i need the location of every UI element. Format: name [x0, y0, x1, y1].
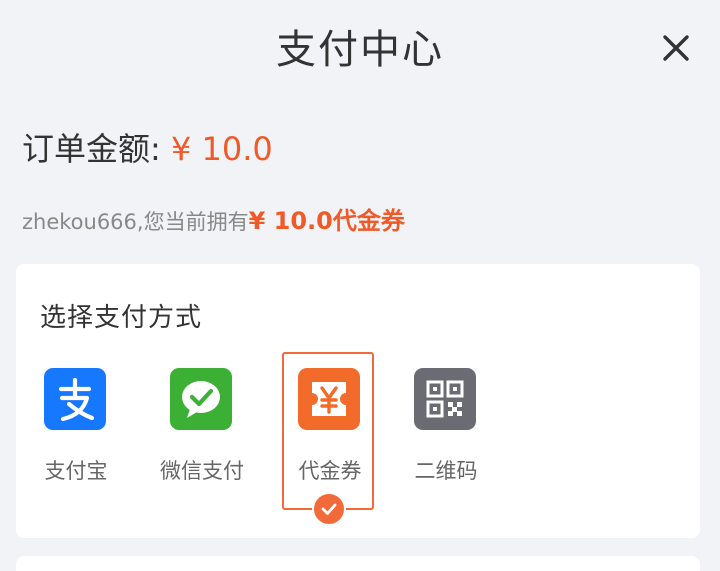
payment-center-page: 支付中心 订单金额: ¥ 10.0 zhekou666,您当前拥有¥ 10.0代…: [0, 0, 720, 571]
payment-method-label: 代金券: [298, 459, 362, 483]
page-title: 支付中心: [276, 27, 444, 73]
voucher-notice-text: zhekou666,您当前拥有: [22, 210, 249, 234]
qr-code-icon: [414, 368, 476, 430]
payment-method-wechat[interactable]: 微信支付: [156, 354, 248, 506]
selected-check-icon: [312, 492, 346, 526]
close-button[interactable]: [656, 28, 696, 68]
alipay-icon: [44, 368, 106, 430]
payment-method-title: 选择支付方式: [40, 303, 203, 333]
voucher-notice-amount: ¥ 10.0代金券: [248, 207, 405, 235]
order-amount-row: 订单金额: ¥ 10.0: [22, 124, 273, 174]
payment-method-voucher[interactable]: 代金券: [282, 352, 376, 526]
payment-method-label: 支付宝: [44, 459, 108, 483]
header: 支付中心: [0, 0, 720, 105]
payment-method-label: 二维码: [414, 459, 478, 483]
voucher-notice: zhekou666,您当前拥有¥ 10.0代金券: [22, 202, 405, 241]
payment-method-qrcode[interactable]: 二维码: [400, 354, 492, 506]
next-card: [16, 556, 700, 571]
wechat-pay-icon: [170, 368, 232, 430]
voucher-icon: [298, 368, 360, 430]
payment-method-card: 选择支付方式 支付宝 微信支付 代金券 二维码: [16, 264, 700, 538]
payment-method-label: 微信支付: [160, 459, 244, 483]
close-icon: [663, 35, 689, 61]
payment-method-alipay[interactable]: 支付宝: [30, 354, 122, 506]
order-amount-label: 订单金额:: [22, 130, 161, 168]
order-amount-value: ¥ 10.0: [170, 130, 273, 168]
